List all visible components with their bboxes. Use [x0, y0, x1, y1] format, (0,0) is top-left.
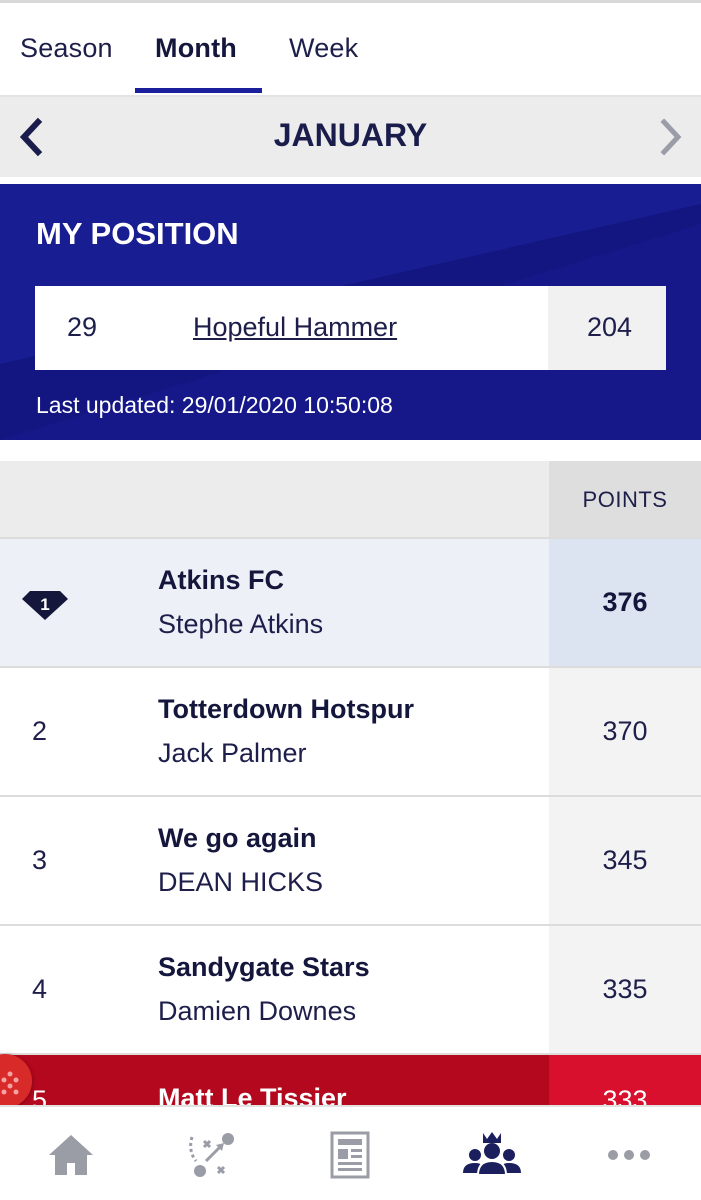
table-row-highlighted[interactable]: 5 Matt Le Tissier 333: [0, 1055, 701, 1105]
team-points: 345: [602, 845, 648, 875]
my-position-heading: MY POSITION: [36, 216, 239, 251]
team-points: 376: [602, 587, 648, 617]
team-rank: 3: [32, 845, 48, 875]
my-points: 204: [586, 312, 632, 342]
tab-season[interactable]: Season: [20, 33, 113, 64]
team-rank: 5: [32, 1085, 48, 1105]
chevron-right-icon[interactable]: [652, 117, 692, 157]
manager-name: Damien Downes: [158, 996, 357, 1026]
table-row[interactable]: 4 Sandygate Stars Damien Downes 335: [0, 926, 701, 1055]
manager-name: Stephe Atkins: [158, 609, 324, 639]
period-tabs: Season Month Week: [0, 3, 701, 97]
last-updated-text: Last updated: 29/01/2020 10:50:08: [36, 392, 393, 418]
tab-month[interactable]: Month: [155, 33, 237, 64]
table-header: POINTS: [0, 461, 701, 539]
table-row[interactable]: 3 We go again DEAN HICKS 345: [0, 797, 701, 926]
manager-name: DEAN HICKS: [158, 867, 324, 897]
team-name: Atkins FC: [158, 565, 285, 595]
team-rank: 2: [32, 716, 48, 746]
table-row[interactable]: 1 Atkins FC Stephe Atkins 376: [0, 539, 701, 668]
table-row[interactable]: 2 Totterdown Hotspur Jack Palmer 370: [0, 668, 701, 797]
news-icon[interactable]: [322, 1127, 378, 1183]
dots-grid-icon: [1, 1071, 19, 1095]
my-rank: 29: [67, 312, 98, 342]
team-points: 333: [602, 1085, 648, 1105]
team-name: We go again: [158, 823, 317, 853]
more-icon[interactable]: [603, 1127, 659, 1183]
team-name: Matt Le Tissier: [158, 1083, 347, 1105]
month-navigator: JANUARY: [0, 97, 701, 177]
tab-week[interactable]: Week: [289, 33, 358, 64]
team-points: 370: [602, 716, 648, 746]
month-title: JANUARY: [273, 117, 428, 153]
bottom-navigation: [0, 1105, 701, 1200]
floating-action-button[interactable]: [0, 1054, 32, 1108]
team-rank: 4: [32, 974, 48, 1004]
home-icon[interactable]: [43, 1127, 99, 1183]
leagues-icon[interactable]: [461, 1127, 523, 1183]
my-position-panel: MY POSITION 29 Hopeful Hammer 204 Last u…: [0, 184, 701, 440]
svg-text:1: 1: [40, 595, 49, 614]
team-points: 335: [602, 974, 648, 1004]
team-name: Sandygate Stars: [158, 952, 370, 982]
team-name: Totterdown Hotspur: [158, 694, 414, 724]
my-team-link[interactable]: Hopeful Hammer: [193, 312, 397, 343]
manager-name: Jack Palmer: [158, 738, 307, 768]
points-column-header: POINTS: [582, 487, 668, 512]
my-position-card[interactable]: 29 Hopeful Hammer 204: [35, 286, 666, 370]
first-place-badge-icon: 1: [22, 591, 68, 620]
tactics-icon[interactable]: [184, 1127, 240, 1183]
active-tab-indicator: [135, 88, 262, 93]
